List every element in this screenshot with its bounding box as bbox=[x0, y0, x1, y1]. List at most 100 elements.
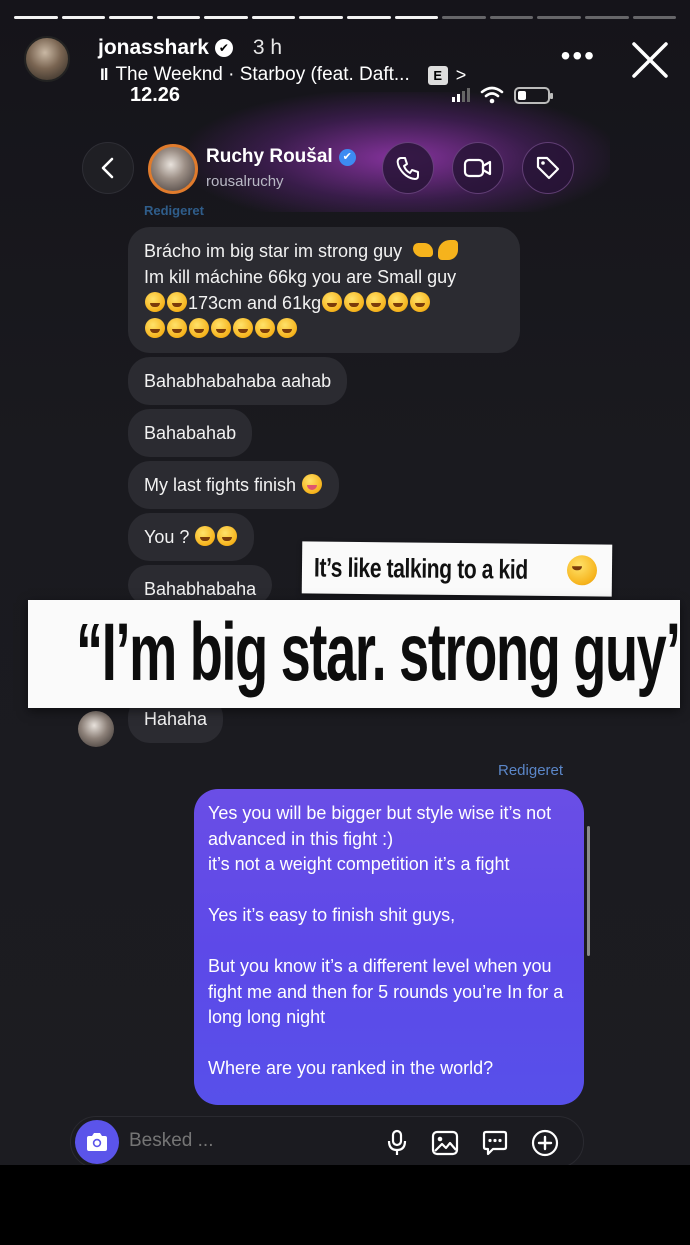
quote-text: “I’m big star. strong guy” bbox=[76, 607, 680, 698]
status-icons bbox=[452, 86, 553, 104]
progress-segment bbox=[632, 16, 677, 19]
sender-avatar[interactable] bbox=[78, 711, 114, 747]
chat-sticker-icon bbox=[482, 1130, 508, 1156]
chat-header: Ruchy Roušal ✔ rousalruchy bbox=[82, 140, 578, 196]
progress-segment bbox=[442, 16, 486, 19]
music-attribution[interactable]: Il The Weeknd · Starboy (feat. Daft... E… bbox=[100, 64, 466, 86]
rofl-emoji-icon bbox=[211, 318, 231, 338]
cellular-signal-icon bbox=[452, 88, 470, 102]
incoming-message[interactable]: Bahabahab bbox=[128, 409, 253, 457]
progress-segment bbox=[251, 16, 296, 19]
contact-name: Ruchy Roušal bbox=[206, 146, 333, 167]
video-call-button[interactable] bbox=[452, 142, 504, 194]
battery-level bbox=[518, 90, 526, 100]
message-text: You ? bbox=[144, 527, 190, 547]
progress-segment bbox=[489, 16, 534, 19]
rofl-emoji-icon bbox=[195, 526, 216, 546]
back-button[interactable] bbox=[82, 142, 134, 194]
microphone-button[interactable] bbox=[381, 1127, 413, 1159]
message-line-text: Brácho im big star im strong guy bbox=[144, 241, 403, 261]
progress-segment bbox=[14, 16, 58, 19]
contact-name-row[interactable]: Ruchy Roušal ✔ bbox=[206, 146, 356, 168]
rofl-emoji-icon bbox=[217, 526, 238, 546]
edited-label: Redigeret bbox=[498, 762, 564, 779]
rofl-emoji-icon bbox=[388, 292, 409, 312]
message-line: 173cm and 61kg bbox=[144, 290, 504, 316]
progress-segment bbox=[394, 16, 439, 19]
incoming-message[interactable]: Bahabhabaha bbox=[128, 565, 273, 605]
call-button[interactable] bbox=[382, 142, 434, 194]
bottom-black-bar bbox=[0, 1165, 690, 1245]
verified-badge-icon: ✔ bbox=[214, 39, 233, 57]
video-icon bbox=[463, 158, 492, 178]
close-icon bbox=[632, 42, 668, 78]
rofl-emoji-icon bbox=[344, 292, 365, 312]
status-time: 12.26 bbox=[130, 84, 181, 106]
outgoing-message[interactable]: Yes you will be bigger but style wise it… bbox=[194, 789, 584, 1105]
battery-icon bbox=[514, 86, 553, 104]
wifi-icon bbox=[480, 86, 504, 104]
explicit-badge: E bbox=[427, 65, 448, 85]
tongue-out-emoji-icon bbox=[302, 474, 323, 494]
story-progress-bar bbox=[14, 16, 677, 19]
quote-banner: “I’m big star. strong guy” bbox=[28, 600, 680, 708]
flexed-biceps-emoji-icon bbox=[438, 240, 459, 260]
pinch-emoji-icon bbox=[413, 243, 434, 257]
incoming-message[interactable]: You ? bbox=[128, 513, 255, 561]
rofl-emoji-icon bbox=[277, 318, 297, 338]
contact-avatar[interactable] bbox=[148, 144, 198, 194]
sticker-text: It’s like talking to a kid bbox=[313, 552, 528, 585]
progress-segment bbox=[537, 16, 581, 19]
incoming-message[interactable]: Brácho im big star im strong guy Im kill… bbox=[128, 227, 520, 353]
gallery-button[interactable] bbox=[429, 1127, 461, 1159]
progress-segment bbox=[299, 16, 344, 19]
message-input[interactable] bbox=[129, 1130, 329, 1152]
message-line bbox=[144, 316, 504, 342]
progress-segment bbox=[347, 16, 391, 19]
rofl-emoji-icon bbox=[167, 292, 187, 312]
edited-label-faded: Redigeret bbox=[144, 203, 204, 218]
message-text: My last fights finish bbox=[144, 475, 297, 495]
tag-icon bbox=[536, 156, 560, 180]
rofl-emoji-icon bbox=[167, 318, 187, 338]
camera-icon bbox=[87, 1133, 107, 1151]
rofl-emoji-icon bbox=[410, 292, 431, 312]
tag-button[interactable] bbox=[522, 142, 574, 194]
story-avatar[interactable] bbox=[24, 36, 70, 82]
image-icon bbox=[431, 1130, 459, 1156]
text-sticker-small: It’s like talking to a kid bbox=[301, 541, 613, 597]
rofl-emoji-icon bbox=[145, 318, 165, 338]
rofl-emoji-icon bbox=[322, 292, 343, 312]
incoming-message[interactable]: Bahabhabahaba aahab bbox=[128, 357, 348, 405]
rofl-emoji-icon bbox=[145, 292, 165, 312]
message-composer bbox=[70, 1116, 584, 1165]
story-view: jonasshark ✔ 3 h Il The Weeknd · Starboy… bbox=[0, 0, 690, 1165]
contact-handle: rousalruchy bbox=[206, 173, 284, 190]
chevron-right-icon: > bbox=[455, 64, 467, 85]
close-button[interactable] bbox=[630, 40, 670, 80]
microphone-icon bbox=[387, 1129, 407, 1155]
message-line-text: 173cm and 61kg bbox=[188, 293, 322, 313]
music-bars-icon: Il bbox=[100, 65, 109, 84]
rofl-emoji-icon bbox=[189, 318, 209, 338]
progress-segment bbox=[61, 16, 106, 19]
progress-segment bbox=[109, 16, 153, 19]
camera-button[interactable] bbox=[75, 1120, 119, 1164]
sticker-button[interactable] bbox=[479, 1127, 511, 1159]
plus-circle-icon bbox=[531, 1129, 559, 1157]
status-bar: 12.26 bbox=[130, 84, 560, 108]
scrollbar[interactable] bbox=[587, 826, 590, 956]
message-line: Im kill máchine 66kg you are Small guy bbox=[144, 267, 457, 287]
more-options-button[interactable]: ••• bbox=[561, 42, 596, 70]
music-title: The Weeknd · Starboy (feat. Daft... bbox=[115, 64, 410, 85]
story-time: 3 h bbox=[252, 36, 283, 59]
rofl-emoji-icon bbox=[566, 555, 598, 586]
message-line: Brácho im big star im strong guy bbox=[144, 238, 504, 264]
add-button[interactable] bbox=[529, 1127, 561, 1159]
rofl-emoji-icon bbox=[233, 318, 253, 338]
verified-badge-icon: ✔ bbox=[338, 148, 356, 166]
story-username[interactable]: jonasshark bbox=[98, 36, 209, 60]
chevron-left-icon bbox=[101, 157, 114, 179]
incoming-message[interactable]: My last fights finish bbox=[128, 461, 340, 509]
phone-icon bbox=[396, 157, 419, 180]
